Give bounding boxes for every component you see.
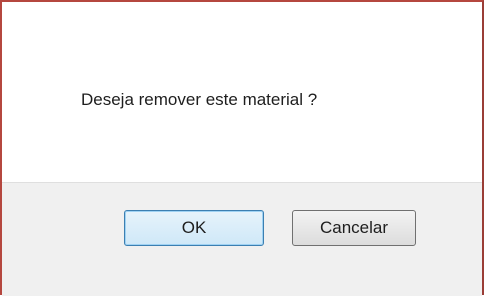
confirm-dialog: Deseja remover este material ? OK Cancel… — [0, 0, 484, 296]
ok-button[interactable]: OK — [124, 210, 264, 246]
dialog-button-bar: OK Cancelar — [2, 182, 482, 296]
dialog-message: Deseja remover este material ? — [81, 90, 318, 109]
cancel-button-label: Cancelar — [319, 218, 389, 237]
dialog-message-area: Deseja remover este material ? — [2, 2, 482, 182]
ok-button-label: OK — [181, 218, 207, 237]
cancel-button[interactable]: Cancelar — [292, 210, 416, 246]
